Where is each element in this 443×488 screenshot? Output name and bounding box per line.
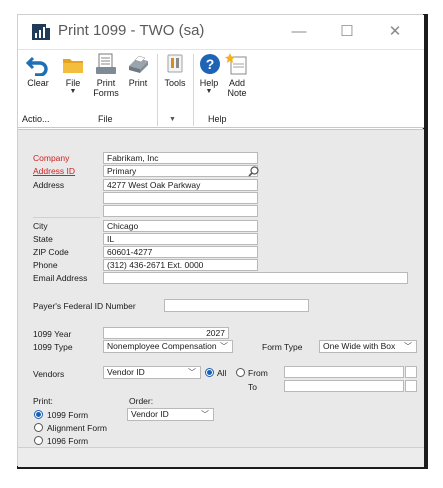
help-dropdown-icon: ▼ xyxy=(205,88,213,95)
actions-group-label: Actio... xyxy=(22,114,50,124)
address-line3-field xyxy=(103,205,258,217)
svg-text:?: ? xyxy=(206,56,215,72)
print-1099-form-radio[interactable] xyxy=(34,410,43,419)
vendors-to-field[interactable] xyxy=(284,380,404,392)
file-group-label: File xyxy=(98,114,113,124)
chevron-down-icon: ﹀ xyxy=(220,342,228,351)
vendors-from-field[interactable] xyxy=(284,366,404,378)
clear-label: Clear xyxy=(27,78,49,88)
city-label: City xyxy=(33,221,48,231)
vendors-dropdown[interactable]: Vendor ID ﹀ xyxy=(103,366,201,379)
address-label: Address xyxy=(33,180,65,190)
vendors-to-lookup-button[interactable] xyxy=(405,380,417,392)
address-id-field[interactable]: Primary xyxy=(103,165,258,177)
help-button[interactable]: ? Help ▼ xyxy=(197,52,221,96)
phone-label: Phone xyxy=(33,260,58,270)
form-type-label: Form Type xyxy=(262,342,303,352)
order-section-label: Order: xyxy=(129,396,154,406)
chevron-down-icon: ﹀ xyxy=(188,368,196,377)
vendors-to-label: To xyxy=(248,382,257,392)
company-label: Company xyxy=(33,153,70,163)
vendors-dropdown-value: Vendor ID xyxy=(107,367,145,377)
vendors-from-lookup-button[interactable] xyxy=(405,366,417,378)
window-frame: Print 1099 - TWO (sa) — ☐ ✕ Clear File ▼ xyxy=(17,14,424,467)
tools-icon xyxy=(167,54,183,73)
vendors-from-radio[interactable] xyxy=(236,368,245,377)
print-1096-form-radio[interactable] xyxy=(34,436,43,445)
dynamics-app-icon xyxy=(32,24,50,40)
email-address-field xyxy=(103,272,408,284)
type-dropdown-value: Nonemployee Compensation xyxy=(107,341,217,351)
help-question-icon: ? xyxy=(200,54,220,74)
lookup-magnifier-icon[interactable] xyxy=(248,166,259,177)
vendors-from-label: From xyxy=(248,368,268,378)
folder-icon xyxy=(63,59,83,73)
city-field: Chicago xyxy=(103,220,258,232)
print-1099-window: Print 1099 - TWO (sa) — ☐ ✕ Clear File ▼ xyxy=(17,14,428,469)
window-title: Print 1099 - TWO (sa) xyxy=(58,22,205,39)
print-button[interactable]: Print xyxy=(124,52,152,88)
type-dropdown[interactable]: Nonemployee Compensation ﹀ xyxy=(103,340,233,353)
vendors-all-radio[interactable] xyxy=(205,368,214,377)
print-alignment-form-radio[interactable] xyxy=(34,423,43,432)
help-group-label: Help xyxy=(208,114,227,124)
print-section-label: Print: xyxy=(33,396,53,406)
add-note-label-2: Note xyxy=(227,88,247,98)
file-button[interactable]: File ▼ xyxy=(59,52,87,96)
row-divider xyxy=(33,217,100,218)
minimize-button[interactable]: — xyxy=(279,19,319,45)
print-forms-button[interactable]: Print Forms xyxy=(91,52,121,98)
state-field: IL xyxy=(103,233,258,245)
year-label: 1099 Year xyxy=(33,329,72,339)
add-note-icon xyxy=(225,53,247,75)
zip-code-label: ZIP Code xyxy=(33,247,69,257)
address-id-label[interactable]: Address ID xyxy=(33,166,75,176)
form-type-dropdown[interactable]: One Wide with Box ﹀ xyxy=(319,340,417,353)
ribbon-separator xyxy=(193,54,194,126)
file-label: File xyxy=(65,78,81,88)
vendors-label: Vendors xyxy=(33,369,65,379)
chevron-down-icon: ﹀ xyxy=(404,342,412,351)
address-line1-field: 4277 West Oak Parkway xyxy=(103,179,258,191)
ribbon-separator xyxy=(157,54,158,126)
status-bar xyxy=(18,447,424,467)
maximize-button[interactable]: ☐ xyxy=(327,19,367,45)
print-forms-label-1: Print xyxy=(96,78,116,88)
print-1099-form-label: 1099 Form xyxy=(47,410,89,420)
zip-code-field: 60601-4277 xyxy=(103,246,258,258)
type-label: 1099 Type xyxy=(33,342,73,352)
add-note-label-1: Add xyxy=(228,78,245,88)
year-field[interactable]: 2027 xyxy=(103,327,229,339)
chevron-down-icon: ﹀ xyxy=(201,410,209,419)
order-dropdown-value: Vendor ID xyxy=(131,409,169,419)
address-line2-field xyxy=(103,192,258,204)
order-dropdown[interactable]: Vendor ID ﹀ xyxy=(127,408,214,421)
vendors-all-label: All xyxy=(217,368,227,378)
add-note-button[interactable]: Add Note xyxy=(223,52,251,98)
form-body: Company Fabrikam, Inc Address ID Primary… xyxy=(18,129,424,447)
tools-label: Tools xyxy=(164,78,186,88)
file-dropdown-icon: ▼ xyxy=(69,88,77,95)
form-type-dropdown-value: One Wide with Box xyxy=(323,341,396,351)
state-label: State xyxy=(33,234,53,244)
print-forms-label-2: Forms xyxy=(93,88,119,98)
undo-arrow-icon xyxy=(25,56,48,76)
company-field: Fabrikam, Inc xyxy=(103,152,258,164)
print-alignment-form-label: Alignment Form xyxy=(47,423,107,433)
print-1096-form-label: 1096 Form xyxy=(47,436,89,446)
payer-federal-id-field[interactable] xyxy=(164,299,309,312)
ribbon-toolbar: Clear File ▼ Print Forms Print Tools ? H… xyxy=(18,49,424,128)
close-button[interactable]: ✕ xyxy=(375,19,415,45)
phone-field: (312) 436-2671 Ext. 0000 xyxy=(103,259,258,271)
tools-group-caret-icon[interactable]: ▼ xyxy=(169,116,176,123)
clear-button[interactable]: Clear xyxy=(25,52,51,88)
email-address-label: Email Address xyxy=(33,273,88,283)
printer-icon xyxy=(129,55,148,73)
print-label: Print xyxy=(128,78,148,88)
help-label: Help xyxy=(199,78,219,88)
payer-federal-id-label: Payer's Federal ID Number xyxy=(33,301,136,311)
title-bar: Print 1099 - TWO (sa) — ☐ ✕ xyxy=(18,15,424,49)
tools-button[interactable]: Tools xyxy=(162,52,188,88)
print-forms-icon xyxy=(96,53,116,74)
